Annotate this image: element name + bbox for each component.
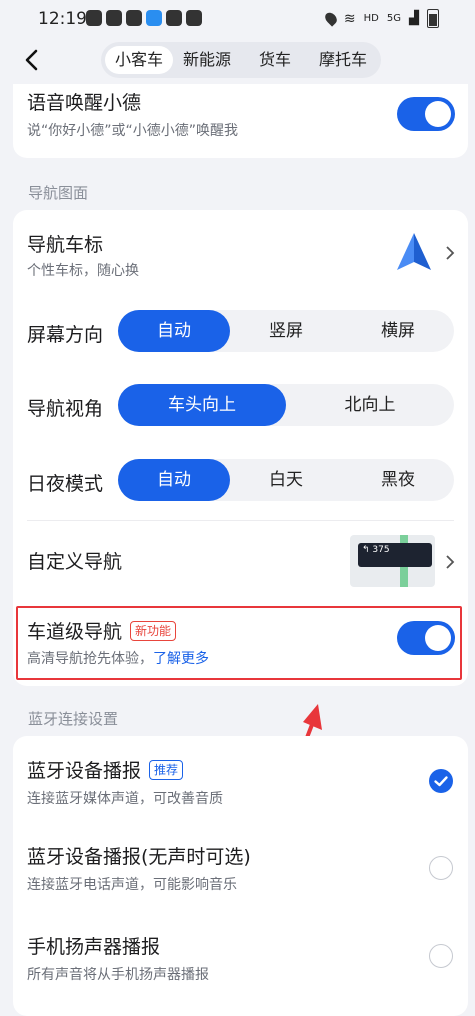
check-icon bbox=[434, 776, 448, 787]
chevron-right-icon bbox=[446, 555, 455, 569]
chevron-right-icon bbox=[446, 246, 455, 260]
orientation-label: 屏幕方向 bbox=[27, 324, 104, 346]
signal-type: 5G bbox=[386, 13, 401, 24]
network-type: HD bbox=[363, 13, 379, 24]
custom-nav-row[interactable]: 自定义导航 ↰ 375 bbox=[13, 521, 468, 601]
view-angle-label: 导航视角 bbox=[27, 398, 104, 420]
tab-car[interactable]: 小客车 bbox=[105, 46, 173, 74]
wifi-icon: ≋ bbox=[343, 10, 356, 27]
preview-distance: 375 bbox=[372, 545, 390, 555]
back-button[interactable] bbox=[18, 46, 46, 74]
app-notification-icon bbox=[126, 10, 142, 26]
browser-notification-icon bbox=[146, 10, 162, 26]
voice-wake-toggle[interactable] bbox=[397, 97, 455, 131]
custom-nav-preview: ↰ 375 bbox=[350, 535, 435, 587]
bt-option-row[interactable]: 蓝牙设备播报 推荐 连接蓝牙媒体声道，可改善音质 bbox=[13, 736, 468, 826]
bt-phone-checkbox[interactable] bbox=[429, 856, 453, 880]
status-bar: 12:19 ≋ HD 5G ▟ bbox=[0, 0, 475, 38]
view-angle-selector: 车头向上 北向上 bbox=[118, 384, 454, 426]
car-icon-subtitle: 个性车标，随心换 bbox=[27, 263, 139, 279]
view-head-up[interactable]: 车头向上 bbox=[118, 384, 286, 426]
day-night-day[interactable]: 白天 bbox=[230, 459, 342, 501]
tab-truck[interactable]: 货车 bbox=[241, 46, 309, 74]
day-night-label: 日夜模式 bbox=[27, 473, 104, 495]
day-night-night[interactable]: 黑夜 bbox=[342, 459, 454, 501]
app-notification-icon bbox=[106, 10, 122, 26]
speaker-subtitle: 所有声音将从手机扬声器播报 bbox=[27, 967, 209, 983]
voice-card: 语音唤醒小德 说“你好小德”或“小德小德”唤醒我 bbox=[13, 84, 468, 158]
nav-section-title: 导航图面 bbox=[28, 184, 89, 202]
battery-icon bbox=[427, 9, 439, 28]
status-time: 12:19 bbox=[38, 9, 87, 29]
preview-turn-icon: ↰ bbox=[362, 545, 370, 555]
custom-nav-title: 自定义导航 bbox=[27, 551, 123, 573]
bt-section-title: 蓝牙连接设置 bbox=[28, 710, 119, 728]
bt-phone-title: 蓝牙设备播报(无声时可选) bbox=[27, 846, 251, 868]
orientation-selector: 自动 竖屏 横屏 bbox=[118, 310, 454, 352]
chevron-left-icon bbox=[25, 49, 38, 71]
image-notification-icon bbox=[186, 10, 202, 26]
day-night-auto[interactable]: 自动 bbox=[118, 459, 230, 501]
view-north-up[interactable]: 北向上 bbox=[286, 384, 454, 426]
navigation-arrow-icon bbox=[397, 233, 431, 270]
vehicle-tabs: 小客车 新能源 货车 摩托车 bbox=[101, 42, 381, 78]
bt-media-checkbox[interactable] bbox=[429, 769, 453, 793]
bt-media-title-line: 蓝牙设备播报 推荐 bbox=[27, 756, 184, 783]
top-bar: 小客车 新能源 货车 摩托车 bbox=[0, 38, 475, 84]
orientation-auto[interactable]: 自动 bbox=[118, 310, 230, 352]
location-icon bbox=[322, 10, 340, 27]
orientation-landscape[interactable]: 横屏 bbox=[342, 310, 454, 352]
notification-icons bbox=[86, 10, 202, 26]
recommend-badge: 推荐 bbox=[149, 760, 184, 780]
signal-icon: ▟ bbox=[409, 11, 419, 26]
app-notification-icon bbox=[86, 10, 102, 26]
bt-card: 蓝牙设备播报 推荐 连接蓝牙媒体声道，可改善音质 蓝牙设备播报(无声时可选) 连接… bbox=[13, 736, 468, 1016]
voice-wake-title: 语音唤醒小德 bbox=[27, 92, 142, 114]
car-icon-title: 导航车标 bbox=[27, 234, 104, 256]
status-indicators: ≋ HD 5G ▟ bbox=[322, 9, 439, 28]
speaker-title: 手机扬声器播报 bbox=[27, 936, 161, 958]
speaker-checkbox[interactable] bbox=[429, 944, 453, 968]
bt-media-title: 蓝牙设备播报 bbox=[27, 760, 142, 782]
orientation-portrait[interactable]: 竖屏 bbox=[230, 310, 342, 352]
tab-new-energy[interactable]: 新能源 bbox=[173, 46, 241, 74]
bt-phone-subtitle: 连接蓝牙电话声道，可能影响音乐 bbox=[27, 877, 237, 893]
bt-media-subtitle: 连接蓝牙媒体声道，可改善音质 bbox=[27, 791, 223, 807]
bt-option-row[interactable]: 蓝牙设备播报(无声时可选) 连接蓝牙电话声道，可能影响音乐 bbox=[13, 826, 468, 916]
app-notification-icon bbox=[166, 10, 182, 26]
annotation-highlight-box bbox=[16, 606, 462, 680]
voice-wake-subtitle: 说“你好小德”或“小德小德”唤醒我 bbox=[27, 123, 239, 139]
car-icon-row[interactable]: 导航车标 个性车标，随心换 bbox=[13, 210, 468, 296]
day-night-selector: 自动 白天 黑夜 bbox=[118, 459, 454, 501]
preview-guide-panel: ↰ 375 bbox=[358, 543, 432, 567]
bt-option-row[interactable]: 手机扬声器播报 所有声音将从手机扬声器播报 bbox=[13, 916, 468, 1006]
tab-motorcycle[interactable]: 摩托车 bbox=[309, 46, 377, 74]
